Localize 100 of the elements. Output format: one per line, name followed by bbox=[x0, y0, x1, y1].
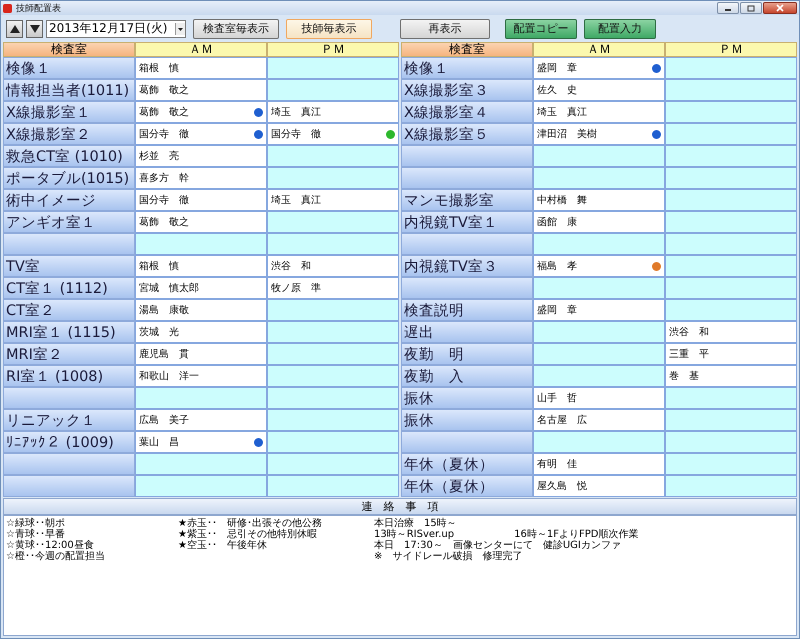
note-text: ☆青球･･早番 bbox=[6, 529, 65, 540]
room-label: CT室１ (1112) bbox=[3, 277, 135, 299]
room-label: RI室１ (1008) bbox=[3, 365, 135, 387]
staff-cell[interactable]: 埼玉 真江 bbox=[267, 189, 399, 211]
note-text: ※ サイドレール破損 修理完了 bbox=[374, 551, 522, 562]
notes-header: 連 絡 事 項 bbox=[3, 498, 797, 515]
note-text: ★空玉･･ 午後年休 bbox=[178, 540, 267, 551]
staff-cell[interactable]: 埼玉 真江 bbox=[267, 101, 399, 123]
staff-cell[interactable]: 宮城 慎太郎 bbox=[135, 277, 267, 299]
column-header: ＡＭ bbox=[135, 42, 267, 57]
room-label: X線撮影室２ bbox=[3, 123, 135, 145]
close-icon bbox=[776, 4, 784, 12]
room-label: 内視鏡TV室１ bbox=[401, 211, 533, 233]
notes-area[interactable]: ☆緑球･･朝ポ ☆青球･･早番 ☆黄球･･12:00昼食 ☆橙･･今週の配置担当 ★赤玉･･ 研修･出張その他公務 ★紫玉･･ 忌引その他特別休暇 ★空玉･･ 午後年休 本日治療 15時～ 13時～RISver.up 16時～1FよりFPD順次作業 本日 17:30～ 画像センターにて 健診UGIカンファ ※ サイドレール破損 修理完了 bbox=[3, 515, 797, 636]
room-label: 内視鏡TV室３ bbox=[401, 255, 533, 277]
note-text: 13時～RISver.up bbox=[374, 529, 454, 540]
note-text: ★紫玉･･ 忌引その他特別休暇 bbox=[178, 529, 317, 540]
room-label: 振休 bbox=[401, 387, 533, 409]
minimize-button[interactable] bbox=[717, 2, 739, 14]
staff-cell[interactable]: 葉山 昌 bbox=[135, 431, 267, 453]
staff-cell[interactable]: 杉並 亮 bbox=[135, 145, 267, 167]
room-label: 年休（夏休） bbox=[401, 475, 533, 497]
room-label: X線撮影室５ bbox=[401, 123, 533, 145]
date-dropdown[interactable]: 2013年12月17日(火) bbox=[46, 20, 186, 38]
note-text: ★赤玉･･ 研修･出張その他公務 bbox=[178, 518, 322, 529]
staff-cell[interactable]: 三重 平 bbox=[665, 343, 797, 365]
room-label: 検像１ bbox=[3, 57, 135, 79]
staff-cell[interactable]: 名古屋 広 bbox=[533, 409, 665, 431]
room-label: 振休 bbox=[401, 409, 533, 431]
staff-cell[interactable]: 山手 哲 bbox=[533, 387, 665, 409]
next-day-button[interactable] bbox=[26, 20, 43, 38]
staff-cell[interactable]: 盛岡 章 bbox=[533, 57, 665, 79]
staff-cell[interactable]: 茨城 光 bbox=[135, 321, 267, 343]
column-header: 検査室 bbox=[3, 42, 135, 57]
staff-cell[interactable]: 国分寺 徹 bbox=[267, 123, 399, 145]
column-header: ＰＭ bbox=[665, 42, 797, 57]
room-label: 検像１ bbox=[401, 57, 533, 79]
staff-cell[interactable]: 国分寺 徹 bbox=[135, 123, 267, 145]
staff-cell[interactable]: 佐久 史 bbox=[533, 79, 665, 101]
view-toggle-button[interactable]: 技師毎表示 bbox=[286, 18, 372, 38]
room-label: マンモ撮影室 bbox=[401, 189, 533, 211]
staff-cell[interactable]: 巻 基 bbox=[665, 365, 797, 387]
room-label: 遅出 bbox=[401, 321, 533, 343]
staff-cell[interactable]: 渋谷 和 bbox=[267, 255, 399, 277]
room-label: アンギオ室１ bbox=[3, 211, 135, 233]
close-button[interactable] bbox=[763, 2, 797, 14]
staff-cell[interactable]: 函館 康 bbox=[533, 211, 665, 233]
toolbar-button[interactable]: 配置入力 bbox=[584, 18, 656, 38]
note-text: ☆橙･･今週の配置担当 bbox=[6, 551, 105, 562]
room-label: TV室 bbox=[3, 255, 135, 277]
room-label: 夜勤 明 bbox=[401, 343, 533, 365]
room-label: X線撮影室１ bbox=[3, 101, 135, 123]
staff-cell[interactable]: 箱根 慎 bbox=[135, 57, 267, 79]
room-label: 救急CT室 (1010) bbox=[3, 145, 135, 167]
staff-cell[interactable]: 葛飾 敬之 bbox=[135, 211, 267, 233]
toolbar-button[interactable]: 配置コピー bbox=[505, 18, 577, 38]
view-toggle-button[interactable]: 検査室毎表示 bbox=[193, 18, 279, 38]
note-text: 16時～1FよりFPD順次作業 bbox=[514, 529, 638, 540]
staff-cell[interactable]: 湯島 康敬 bbox=[135, 299, 267, 321]
staff-cell[interactable]: 和歌山 洋一 bbox=[135, 365, 267, 387]
staff-cell[interactable]: 葛飾 敬之 bbox=[135, 101, 267, 123]
note-text: ☆緑球･･朝ポ bbox=[6, 518, 65, 529]
staff-cell[interactable]: 有明 佳 bbox=[533, 453, 665, 475]
staff-cell[interactable]: 渋谷 和 bbox=[665, 321, 797, 343]
staff-cell[interactable]: 中村橋 舞 bbox=[533, 189, 665, 211]
room-label: ﾘﾆｱｯｸ２ (1009) bbox=[3, 431, 135, 453]
room-label: CT室２ bbox=[3, 299, 135, 321]
staff-cell[interactable]: 広島 美子 bbox=[135, 409, 267, 431]
app-icon bbox=[3, 4, 12, 12]
window-title: 技師配置表 bbox=[16, 2, 62, 14]
room-label: 情報担当者(1011) bbox=[3, 79, 135, 101]
room-label: X線撮影室３ bbox=[401, 79, 533, 101]
room-label: 夜勤 入 bbox=[401, 365, 533, 387]
staff-cell[interactable]: 箱根 慎 bbox=[135, 255, 267, 277]
column-header: 検査室 bbox=[401, 42, 533, 57]
staff-cell[interactable]: 牧ノ原 準 bbox=[267, 277, 399, 299]
previous-day-button[interactable] bbox=[6, 20, 23, 38]
staff-cell[interactable]: 国分寺 徹 bbox=[135, 189, 267, 211]
room-label: X線撮影室４ bbox=[401, 101, 533, 123]
note-text: ☆黄球･･12:00昼食 bbox=[6, 540, 94, 551]
column-header: ＰＭ bbox=[267, 42, 399, 57]
column-header: ＡＭ bbox=[533, 42, 665, 57]
maximize-button[interactable] bbox=[740, 2, 762, 14]
staff-cell[interactable]: 鹿児島 貫 bbox=[135, 343, 267, 365]
staff-cell[interactable]: 埼玉 真江 bbox=[533, 101, 665, 123]
note-text: 本日治療 15時～ bbox=[374, 518, 457, 529]
staff-cell[interactable]: 喜多方 幹 bbox=[135, 167, 267, 189]
up-triangle-icon bbox=[10, 24, 20, 32]
staff-cell[interactable]: 屋久島 悦 bbox=[533, 475, 665, 497]
toolbar-button[interactable]: 再表示 bbox=[400, 18, 490, 38]
room-label: 検査説明 bbox=[401, 299, 533, 321]
staff-cell[interactable]: 盛岡 章 bbox=[533, 299, 665, 321]
staff-cell[interactable]: 福島 孝 bbox=[533, 255, 665, 277]
room-label: MRI室２ bbox=[3, 343, 135, 365]
staff-cell[interactable]: 葛飾 敬之 bbox=[135, 79, 267, 101]
down-triangle-icon bbox=[30, 24, 40, 32]
room-label: リニアック１ bbox=[3, 409, 135, 431]
maximize-icon bbox=[747, 4, 755, 12]
note-text: 本日 17:30～ 画像センターにて 健診UGIカンファ bbox=[374, 540, 621, 551]
staff-cell[interactable]: 津田沼 美樹 bbox=[533, 123, 665, 145]
